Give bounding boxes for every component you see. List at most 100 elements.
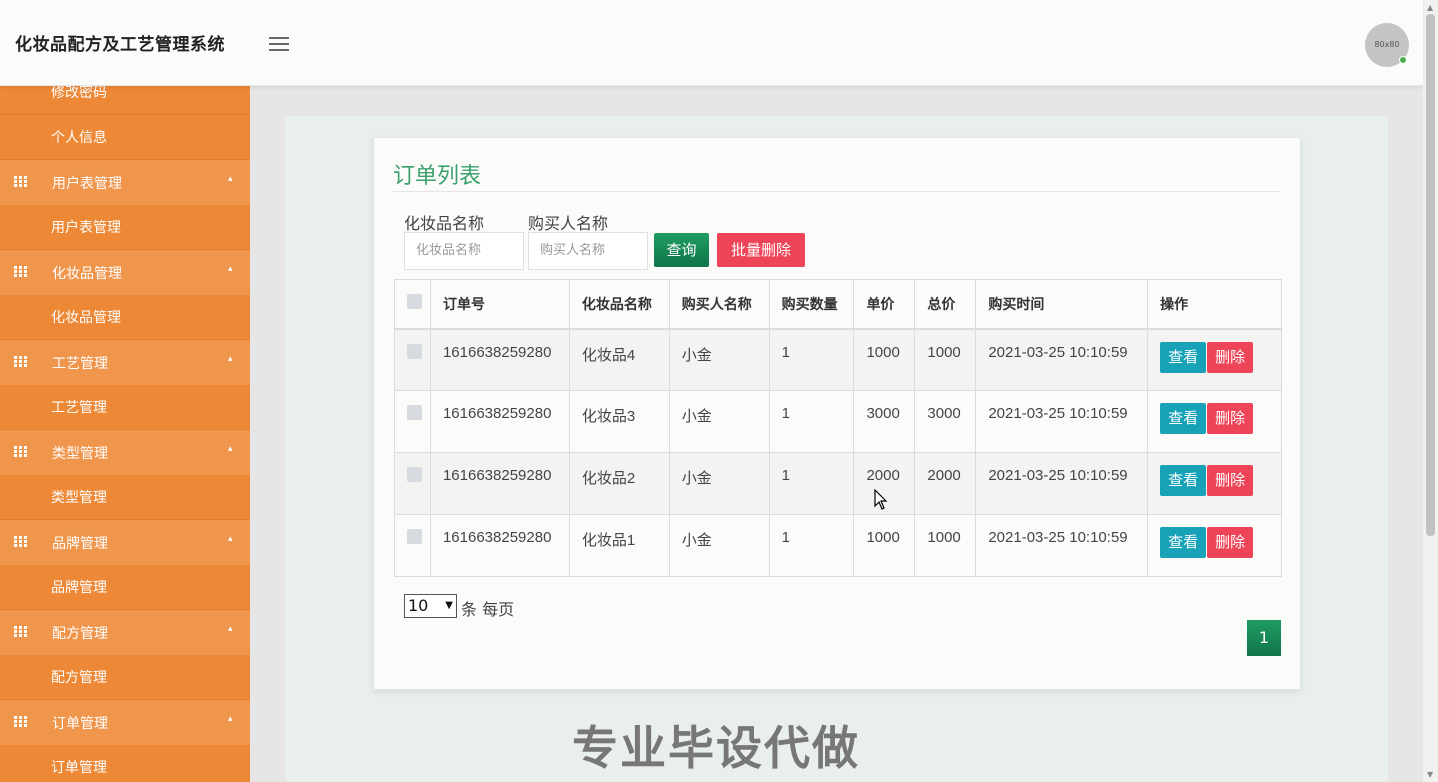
sidebar-item-label: 品牌管理 (52, 535, 108, 552)
view-button[interactable]: 查看 (1160, 465, 1207, 496)
grid-icon (14, 626, 27, 637)
page-button-current[interactable]: 1 (1247, 620, 1281, 656)
sidebar: 修改密码 个人信息 用户表管理 ▴ 用户表管理 化妆品管理 ▴ 化妆品管理 工艺管理 ▴ 工艺管理类… (0, 70, 250, 782)
cell-total-price: 3000 (914, 390, 977, 453)
page-title: 订单列表 (393, 164, 482, 189)
cell-quantity: 1 (768, 328, 855, 391)
grid-icon (14, 356, 27, 367)
delete-button[interactable]: 删除 (1207, 341, 1254, 373)
view-button[interactable]: 查看 (1160, 403, 1207, 434)
table-row: 1616638259280 化妆品2 小金 1 2000 2000 2021-03-25 1… (394, 452, 1282, 515)
sidebar-item-7[interactable]: 工艺管理 (0, 385, 250, 430)
sidebar-group-2[interactable]: 用户表管理 ▴ (0, 160, 250, 205)
sidebar-item-label: 个人信息 (51, 130, 107, 146)
chevron-up-icon: ▴ (228, 714, 233, 724)
cell-total-price: 2000 (914, 452, 977, 515)
col-header-buyer-name[interactable]: 购买人名称 (668, 279, 770, 330)
cell-actions: 查看 删除 (1147, 328, 1282, 391)
sidebar-item-15[interactable]: 订单管理 (0, 745, 250, 782)
col-header-purchase-time[interactable]: 购买时间 (975, 279, 1149, 330)
row-checkbox[interactable] (407, 343, 422, 359)
sidebar-item-label: 用户表管理 (51, 220, 121, 236)
scroll-up-icon[interactable]: ▲ (1427, 3, 1433, 12)
grid-icon (14, 716, 27, 727)
chevron-down-icon: ▼ (445, 600, 453, 611)
sidebar-item-11[interactable]: 品牌管理 (0, 565, 250, 610)
delete-button[interactable]: 删除 (1207, 403, 1254, 434)
col-header-unit-price[interactable]: 单价 (853, 279, 916, 330)
col-header-product-name[interactable]: 化妆品名称 (568, 279, 670, 330)
col-header-actions: 操作 (1147, 279, 1282, 330)
table-row: 1616638259280 化妆品4 小金 1 1000 1000 2021-03-25 1… (394, 328, 1282, 391)
sidebar-group-4[interactable]: 化妆品管理 ▴ (0, 250, 250, 295)
sidebar-item-13[interactable]: 配方管理 (0, 655, 250, 700)
grid-icon (14, 536, 27, 547)
buyer-name-input[interactable]: 购买人名称 (528, 232, 648, 270)
cell-product-name: 化妆品1 (568, 514, 670, 577)
sidebar-item-label: 订单管理 (51, 760, 107, 776)
top-header: 化妆品配方及工艺管理系统 80x80 (0, 0, 1423, 86)
cell-purchase-time: 2021-03-25 10:10:59 (975, 328, 1149, 391)
chevron-up-icon: ▴ (228, 174, 233, 184)
col-header-total-price[interactable]: 总价 (914, 279, 977, 330)
row-checkbox[interactable] (407, 405, 422, 420)
row-checkbox-cell (394, 328, 431, 391)
query-button[interactable]: 查询 (654, 233, 709, 267)
scroll-down-icon[interactable]: ▼ (1427, 770, 1433, 779)
cell-buyer-name: 小金 (668, 514, 770, 577)
title-divider (393, 191, 1281, 192)
cell-purchase-time: 2021-03-25 10:10:59 (975, 390, 1149, 453)
chevron-up-icon: ▴ (228, 624, 233, 634)
view-button[interactable]: 查看 (1160, 527, 1207, 558)
select-all-checkbox[interactable] (407, 294, 422, 310)
sidebar-group-8[interactable]: 类型管理 ▴ (0, 430, 250, 475)
sidebar-item-5[interactable]: 化妆品管理 (0, 295, 250, 340)
sidebar-item-label: 订单管理 (52, 715, 108, 732)
cell-product-name: 化妆品3 (568, 390, 670, 453)
sidebar-item-label: 化妆品管理 (51, 310, 121, 326)
sidebar-group-10[interactable]: 品牌管理 ▴ (0, 520, 250, 565)
cell-order-no: 1616638259280 (429, 514, 570, 577)
cell-unit-price: 1000 (853, 328, 916, 391)
menu-toggle-icon[interactable] (269, 37, 289, 51)
cell-buyer-name: 小金 (668, 390, 770, 453)
cell-buyer-name: 小金 (668, 328, 770, 391)
orders-table: 订单号 化妆品名称 购买人名称 购买数量 单价 总价 购买时间 操作 16166… (394, 279, 1282, 577)
sidebar-item-9[interactable]: 类型管理 (0, 475, 250, 520)
page-size-value: 10 (408, 596, 429, 615)
cell-buyer-name: 小金 (668, 452, 770, 515)
row-checkbox[interactable] (407, 467, 422, 482)
col-header-order-no[interactable]: 订单号 (429, 279, 570, 330)
grid-icon (14, 176, 27, 187)
cell-actions: 查看 删除 (1147, 452, 1282, 515)
product-name-input[interactable]: 化妆品名称 (404, 232, 524, 270)
watermark-text: 专业毕设代做 (572, 721, 860, 775)
cell-total-price: 1000 (914, 514, 977, 577)
row-checkbox[interactable] (407, 529, 422, 544)
page-size-select[interactable]: 10 ▼ (404, 594, 457, 618)
scrollbar-thumb[interactable] (1426, 14, 1435, 536)
table-row: 1616638259280 化妆品3 小金 1 3000 3000 2021-03-25 1… (394, 390, 1282, 453)
sidebar-item-3[interactable]: 用户表管理 (0, 205, 250, 250)
app-title: 化妆品配方及工艺管理系统 (15, 35, 225, 55)
view-button[interactable]: 查看 (1160, 341, 1207, 373)
sidebar-item-label: 工艺管理 (52, 355, 108, 372)
col-header-quantity[interactable]: 购买数量 (768, 279, 855, 330)
select-all-cell[interactable] (394, 279, 431, 330)
grid-icon (14, 446, 27, 457)
per-page-label: 条 每页 (461, 600, 515, 619)
bulk-delete-button[interactable]: 批量删除 (717, 233, 805, 267)
sidebar-group-14[interactable]: 订单管理 ▴ (0, 700, 250, 745)
chevron-up-icon: ▴ (228, 354, 233, 364)
sidebar-group-6[interactable]: 工艺管理 ▴ (0, 340, 250, 385)
delete-button[interactable]: 删除 (1207, 527, 1254, 558)
cell-actions: 查看 删除 (1147, 390, 1282, 453)
sidebar-item-1[interactable]: 个人信息 (0, 115, 250, 160)
cell-product-name: 化妆品4 (568, 328, 670, 391)
sidebar-item-label: 类型管理 (52, 445, 108, 462)
row-checkbox-cell (394, 514, 431, 577)
delete-button[interactable]: 删除 (1207, 465, 1254, 496)
cell-purchase-time: 2021-03-25 10:10:59 (975, 514, 1149, 577)
mouse-cursor-icon (874, 489, 888, 510)
sidebar-group-12[interactable]: 配方管理 ▴ (0, 610, 250, 655)
